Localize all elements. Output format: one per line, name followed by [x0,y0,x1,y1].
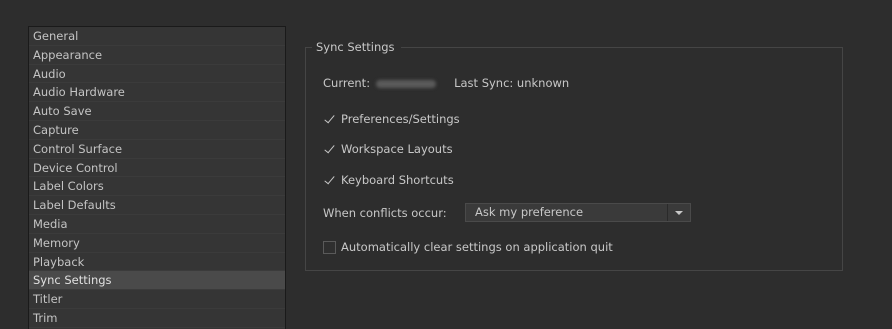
preferences-category-list[interactable]: General Appearance Audio Audio Hardware … [28,26,286,329]
conflict-label: When conflicts occur: [323,206,447,220]
current-account-redacted [376,79,437,88]
current-label: Current: [323,76,371,90]
category-trim[interactable]: Trim [29,309,285,328]
category-media[interactable]: Media [29,215,285,234]
auto-clear-option[interactable]: Automatically clear settings on applicat… [323,238,613,256]
checkmark-icon[interactable] [323,143,336,156]
last-sync-status: Last Sync: unknown [454,76,570,90]
keyboard-shortcuts-option[interactable]: Keyboard Shortcuts [323,171,454,189]
conflict-resolution-value: Ask my preference [475,205,584,219]
category-titler[interactable]: Titler [29,290,285,309]
category-appearance[interactable]: Appearance [29,46,285,65]
workspace-layouts-option[interactable]: Workspace Layouts [323,140,453,158]
category-control-surface[interactable]: Control Surface [29,140,285,159]
category-device-control[interactable]: Device Control [29,159,285,178]
category-label-defaults[interactable]: Label Defaults [29,196,285,215]
workspace-layouts-label: Workspace Layouts [341,142,453,156]
category-audio[interactable]: Audio [29,65,285,84]
category-auto-save[interactable]: Auto Save [29,102,285,121]
chevron-down-icon[interactable] [667,204,690,221]
preferences-settings-label: Preferences/Settings [341,112,460,126]
category-memory[interactable]: Memory [29,234,285,253]
preferences-settings-option[interactable]: Preferences/Settings [323,110,460,128]
checkmark-icon[interactable] [323,174,336,187]
keyboard-shortcuts-label: Keyboard Shortcuts [341,173,454,187]
category-label-colors[interactable]: Label Colors [29,177,285,197]
category-capture[interactable]: Capture [29,121,285,140]
sync-settings-group-title: Sync Settings [312,38,401,56]
category-general[interactable]: General [29,27,285,46]
sync-status-row: Current: Last Sync: unknown [323,74,569,92]
category-audio-hardware[interactable]: Audio Hardware [29,83,285,103]
checkbox-icon[interactable] [323,240,336,254]
checkmark-icon[interactable] [323,113,336,126]
category-playback[interactable]: Playback [29,253,285,272]
auto-clear-label: Automatically clear settings on applicat… [341,240,613,254]
category-sync-settings[interactable]: Sync Settings [29,271,285,291]
conflict-resolution-dropdown[interactable]: Ask my preference [465,203,691,222]
